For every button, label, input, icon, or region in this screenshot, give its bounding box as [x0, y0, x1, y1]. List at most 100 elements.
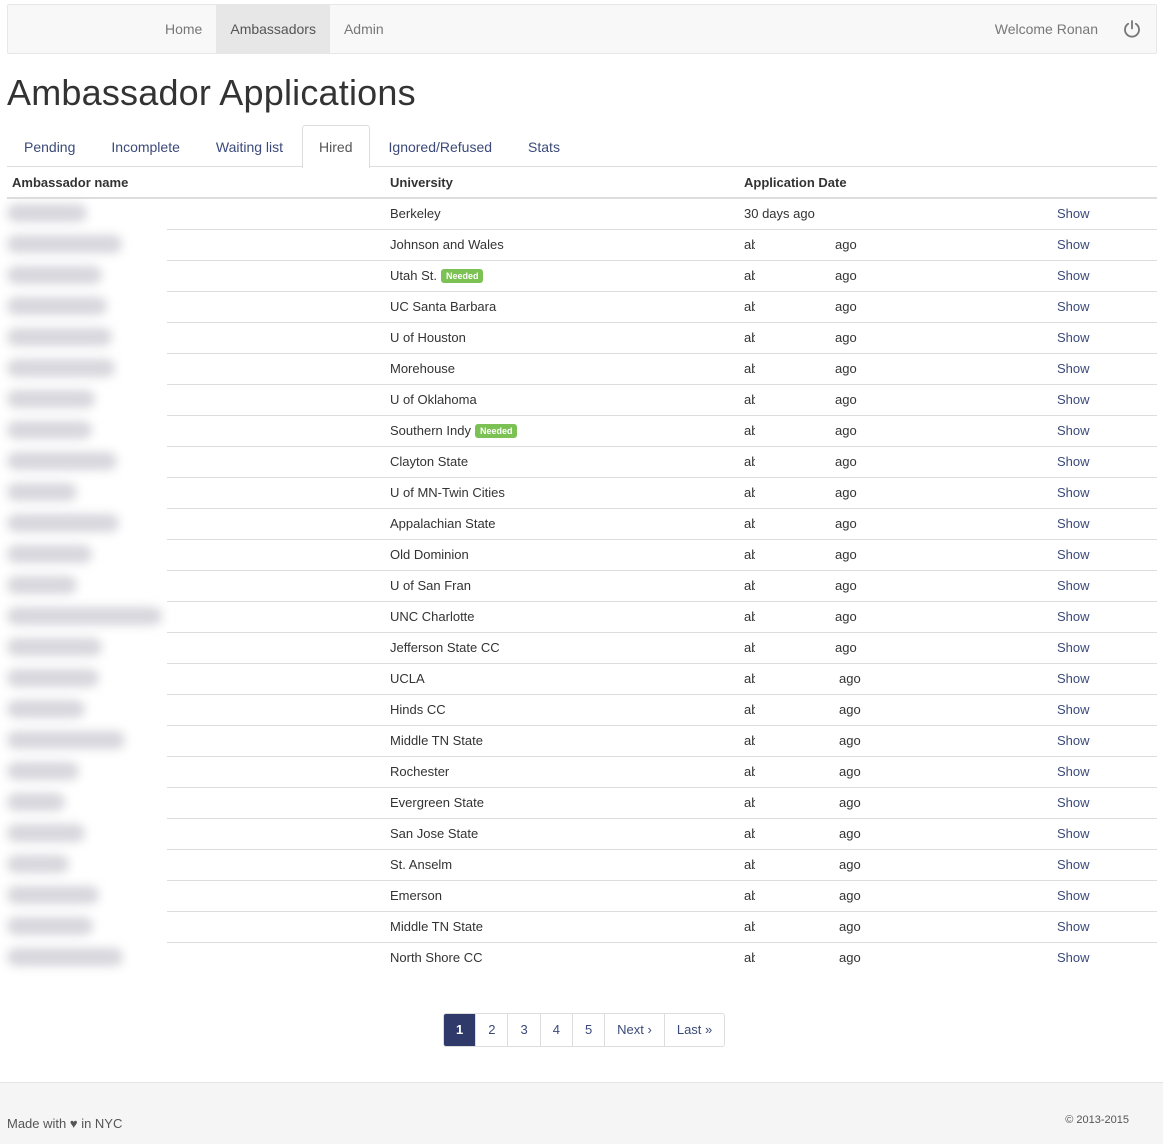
show-link[interactable]: Show — [1057, 578, 1090, 593]
show-link[interactable]: Show — [1057, 330, 1090, 345]
university-name: U of San Fran — [390, 578, 471, 593]
university-name: Emerson — [390, 888, 443, 903]
university-cell: Jefferson State CC — [390, 640, 500, 655]
ambassador-name-redacted — [7, 700, 85, 721]
pagination-item-3[interactable]: 3 — [507, 1014, 539, 1046]
university-cell: St. Anselm — [390, 857, 452, 872]
application-date-cell: ab ago — [744, 857, 861, 872]
university-cell: Utah St. Needed — [390, 268, 484, 283]
application-date-suffix: ago — [839, 857, 861, 872]
pagination-item-1[interactable]: 1 — [444, 1014, 476, 1046]
show-link[interactable]: Show — [1057, 516, 1090, 531]
university-name: Morehouse — [390, 361, 456, 376]
nav-ambassadors-link[interactable]: Ambassadors — [216, 5, 330, 53]
show-link[interactable]: Show — [1057, 485, 1090, 500]
show-link[interactable]: Show — [1057, 919, 1090, 934]
tab-waiting-list[interactable]: Waiting list — [199, 125, 300, 167]
show-link[interactable]: Show — [1057, 888, 1090, 903]
show-link[interactable]: Show — [1057, 733, 1090, 748]
table-row: Middle TN State ab ago Show — [7, 725, 1157, 757]
table-header: Ambassador name University Application D… — [7, 167, 1157, 199]
application-date-text: ab — [744, 361, 755, 376]
show-link[interactable]: Show — [1057, 857, 1090, 872]
row-divider — [167, 632, 1157, 633]
tab-stats[interactable]: Stats — [511, 125, 577, 167]
pagination-item-4[interactable]: 4 — [539, 1014, 572, 1046]
show-link[interactable]: Show — [1057, 206, 1090, 221]
tab-incomplete[interactable]: Incomplete — [94, 125, 196, 167]
pagination-item-2[interactable]: 2 — [475, 1014, 507, 1046]
navbar: Home Ambassadors Admin Welcome Ronan — [7, 4, 1157, 54]
application-date-text: ab — [744, 950, 755, 965]
row-divider — [167, 322, 1157, 323]
show-link[interactable]: Show — [1057, 361, 1090, 376]
tab-ignored-refused[interactable]: Ignored/Refused — [372, 125, 510, 167]
show-link[interactable]: Show — [1057, 392, 1090, 407]
show-link[interactable]: Show — [1057, 547, 1090, 562]
ambassador-name-redacted — [7, 204, 87, 225]
application-date-suffix: ago — [835, 640, 857, 655]
nav-admin-link[interactable]: Admin — [330, 5, 398, 53]
application-date-text: ab — [744, 330, 755, 345]
show-link[interactable]: Show — [1057, 268, 1090, 283]
status-tabs: Pending Incomplete Waiting list Hired Ig… — [7, 125, 1157, 168]
application-date-cell: ab ago — [744, 516, 857, 531]
application-date-cell: ab ago — [744, 826, 861, 841]
application-date-cell: ab ago — [744, 237, 857, 252]
application-date-cell: ab ago — [744, 733, 861, 748]
table-row: UNC Charlotte ab ago Show — [7, 601, 1157, 633]
ambassador-name-redacted — [7, 576, 77, 597]
university-name: Middle TN State — [390, 733, 483, 748]
application-date-cell: ab ago — [744, 950, 861, 965]
row-divider — [167, 942, 1157, 943]
ambassador-name-redacted — [7, 669, 99, 690]
application-date-text: ab — [744, 764, 755, 779]
university-cell: U of MN-Twin Cities — [390, 485, 505, 500]
show-link[interactable]: Show — [1057, 237, 1090, 252]
header-university: University — [390, 175, 453, 190]
pagination-item-6[interactable]: Next › — [604, 1014, 664, 1046]
show-link[interactable]: Show — [1057, 640, 1090, 655]
show-link[interactable]: Show — [1057, 826, 1090, 841]
show-link[interactable]: Show — [1057, 950, 1090, 965]
show-link[interactable]: Show — [1057, 671, 1090, 686]
ambassador-name-redacted — [7, 390, 95, 411]
row-divider — [167, 818, 1157, 819]
row-divider — [167, 229, 1157, 230]
university-cell: U of Houston — [390, 330, 466, 345]
university-name: Clayton State — [390, 454, 469, 469]
application-date-cell: ab ago — [744, 888, 861, 903]
pagination-item-7[interactable]: Last » — [663, 1014, 724, 1046]
tab-hired[interactable]: Hired — [302, 125, 370, 168]
ambassador-name-redacted — [7, 948, 123, 969]
ambassador-name-redacted — [7, 266, 102, 287]
table-row: Emerson ab ago Show — [7, 880, 1157, 912]
university-name: Rochester — [390, 764, 450, 779]
university-name: Middle TN State — [390, 919, 483, 934]
university-name: U of Houston — [390, 330, 466, 345]
applications-table-body: Berkeley 30 days ago Show Johnson and Wales… — [7, 199, 1157, 974]
pagination: 1 2 3 4 5 Next › Last » — [443, 1013, 726, 1047]
row-divider — [167, 508, 1157, 509]
show-link[interactable]: Show — [1057, 423, 1090, 438]
application-date-cell: ab ago — [744, 609, 857, 624]
nav-home-link[interactable]: Home — [151, 5, 216, 53]
show-link[interactable]: Show — [1057, 702, 1090, 717]
row-divider — [167, 849, 1157, 850]
show-link[interactable]: Show — [1057, 299, 1090, 314]
tab-pending[interactable]: Pending — [7, 125, 92, 167]
table-row: Old Dominion ab ago Show — [7, 539, 1157, 571]
university-cell: Hinds CC — [390, 702, 446, 717]
row-divider — [167, 787, 1157, 788]
application-date-text: ab — [744, 392, 755, 407]
application-date-suffix: ago — [839, 702, 861, 717]
application-date-cell: ab ago — [744, 330, 857, 345]
show-link[interactable]: Show — [1057, 795, 1090, 810]
show-link[interactable]: Show — [1057, 609, 1090, 624]
show-link[interactable]: Show — [1057, 764, 1090, 779]
power-icon[interactable] — [1122, 19, 1142, 39]
university-name: Appalachian State — [390, 516, 496, 531]
table-row: North Shore CC ab ago Show — [7, 942, 1157, 974]
pagination-item-5[interactable]: 5 — [571, 1014, 604, 1046]
show-link[interactable]: Show — [1057, 454, 1090, 469]
